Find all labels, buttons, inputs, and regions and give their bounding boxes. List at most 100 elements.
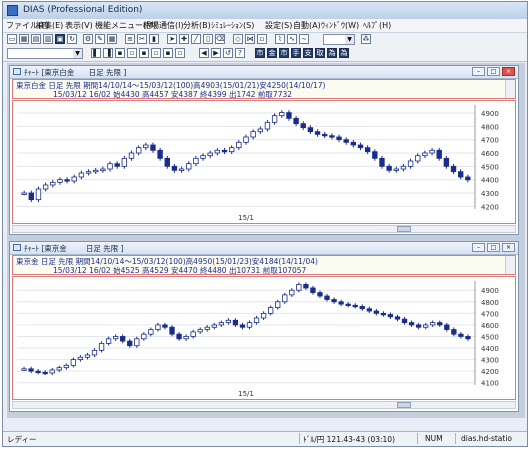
bar-chart-icon[interactable]: ▮: [149, 34, 159, 44]
refresh-icon[interactable]: ↻: [67, 34, 77, 44]
cascade-icon[interactable]: ▤: [31, 34, 41, 44]
candle-body: [317, 292, 323, 297]
menu-auto[interactable]: 自動(A): [293, 20, 321, 31]
toolbar-main: ▭ ▦ ▤ ▥ ▣ ↻ ⚙ ✎ ▦ ≡ ✂ ▮ ➤ ✚ ╱ ▯ ⌫ ◇ ⋈ ▫ …: [3, 33, 527, 47]
symbol-btn-2[interactable]: 金: [267, 48, 277, 58]
menu-view[interactable]: 表示(V): [65, 20, 93, 31]
candle-body: [386, 165, 392, 171]
zoom-in-icon[interactable]: ◇: [233, 34, 243, 44]
calendar-icon[interactable]: ▣: [55, 34, 65, 44]
candle-body: [387, 314, 394, 318]
menu-help[interactable]: ﾍﾙﾌﾟ(H): [363, 20, 391, 31]
candle-body: [329, 135, 335, 138]
tool-icon-5[interactable]: ▪: [139, 48, 149, 58]
header-scrollbar[interactable]: [505, 256, 515, 274]
sync-icon[interactable]: ↺: [223, 48, 233, 58]
erase-icon[interactable]: ⌫: [215, 34, 225, 44]
symbol-btn-5[interactable]: 支: [303, 48, 313, 58]
line-chart-icon[interactable]: ⌇: [275, 34, 285, 44]
candle-body: [246, 322, 253, 328]
indicator-icon[interactable]: ⁂: [361, 34, 371, 44]
menu-edit[interactable]: 編集(E): [36, 20, 63, 31]
horizontal-scrollbar[interactable]: [12, 225, 516, 233]
grid-icon[interactable]: ▥: [43, 34, 53, 44]
draw-icon[interactable]: ✎: [95, 34, 105, 44]
symbol-btn-1[interactable]: 市: [255, 48, 265, 58]
tool-icon-1[interactable]: ▌: [91, 48, 101, 58]
zoom-out-icon[interactable]: ▫: [257, 34, 267, 44]
close-icon[interactable]: ×: [502, 243, 515, 252]
symbol-btn-3[interactable]: 市: [279, 48, 289, 58]
wave-chart-icon[interactable]: ∿: [287, 34, 297, 44]
close-icon[interactable]: ×: [502, 67, 515, 76]
new-chart-icon[interactable]: ▭: [7, 34, 17, 44]
help-icon[interactable]: ?: [235, 48, 245, 58]
tool-icon-3[interactable]: ▪: [115, 48, 125, 58]
menu-simulation[interactable]: ｼﾐｭﾚｰｼｮﾝ(S): [211, 20, 254, 31]
candle-body: [91, 349, 98, 356]
menu-analysis[interactable]: 分析(B): [183, 20, 211, 31]
fit-icon[interactable]: ⋈: [245, 34, 255, 44]
minimize-icon[interactable]: –: [472, 243, 485, 252]
candle-body: [171, 165, 178, 171]
chart-window-title: ﾁｬｰﾄ [東京白金: [24, 68, 75, 77]
candle-body: [128, 152, 135, 159]
candle-body: [207, 152, 213, 157]
period-select[interactable]: ▼: [323, 34, 355, 45]
candle-body: [107, 163, 113, 170]
bars-icon[interactable]: ▯: [203, 34, 213, 44]
symbol-btn-4[interactable]: 手: [291, 48, 301, 58]
maximize-icon[interactable]: □: [487, 243, 500, 252]
settings-icon[interactable]: ⚙: [83, 34, 93, 44]
tools-icon[interactable]: ✂: [137, 34, 147, 44]
menu-comm[interactable]: 相場通信(I): [143, 20, 184, 31]
candle-body: [444, 324, 450, 330]
app-window: DIAS (Professional Edition) ファイル(F) 編集(E…: [2, 1, 528, 447]
candle-body: [112, 336, 119, 340]
horizontal-scrollbar[interactable]: [12, 401, 516, 409]
symbol-btn-6[interactable]: 取: [315, 48, 325, 58]
header-scrollbar[interactable]: [505, 80, 515, 98]
tool-icon-6[interactable]: ▫: [151, 48, 161, 58]
candle-body: [423, 324, 429, 328]
chart-window-title-suffix: 日足 先限 ]: [85, 244, 124, 253]
next-icon[interactable]: ▶: [211, 48, 221, 58]
curve-chart-icon[interactable]: ∼: [299, 34, 309, 44]
candle-body: [28, 368, 34, 372]
trendline-icon[interactable]: ╱: [191, 34, 201, 44]
minimize-icon[interactable]: –: [472, 67, 485, 76]
prev-icon[interactable]: ◀: [199, 48, 209, 58]
chart-window-title-suffix: 日足 先限 ]: [88, 68, 127, 77]
tool-icon-7[interactable]: ▪: [163, 48, 173, 58]
tool-icon-4[interactable]: ▫: [127, 48, 137, 58]
candle-body: [279, 112, 285, 117]
maximize-icon[interactable]: □: [487, 67, 500, 76]
candle-body: [343, 139, 349, 143]
candle-body: [293, 117, 299, 125]
candle-body: [78, 172, 85, 178]
chart-plot-area[interactable]: 4900 4800 4700 4600 4500 4400 4300 4200 4100 15/1: [12, 276, 516, 400]
chart-window-icon: [13, 68, 21, 75]
y-tick-label: 4300: [481, 190, 499, 198]
candle-body: [42, 184, 49, 190]
tool-icon-8[interactable]: ▫: [175, 48, 185, 58]
candle-body: [465, 176, 471, 181]
table-icon[interactable]: ▦: [107, 34, 117, 44]
chart-window-titlebar[interactable]: ﾁｬｰﾄ [東京白金 日足 先限 ] – □ ×: [10, 66, 518, 79]
cursor-icon[interactable]: ➤: [167, 34, 177, 44]
scrollbar-thumb[interactable]: [397, 226, 411, 232]
candle-body: [429, 149, 435, 154]
scrollbar-thumb[interactable]: [397, 402, 411, 408]
tile-icon[interactable]: ▦: [19, 34, 29, 44]
menu-window[interactable]: ｳｨﾝﾄﾞｳ(W): [321, 20, 359, 31]
tool-icon-2[interactable]: ▐: [103, 48, 113, 58]
list-icon[interactable]: ≡: [125, 34, 135, 44]
symbol-select[interactable]: ▼: [7, 48, 83, 59]
candle-body: [64, 179, 70, 182]
crosshair-icon[interactable]: ✚: [179, 34, 189, 44]
symbol-btn-8[interactable]: 為: [339, 48, 349, 58]
chart-plot-area[interactable]: 4900 4800 4700 4600 4500 4400 4300 4200 15/1: [12, 100, 516, 224]
chart-window-titlebar[interactable]: ﾁｬｰﾄ [東京金 日足 先限 ] – □ ×: [10, 242, 518, 255]
menu-settings[interactable]: 設定(S): [265, 20, 292, 31]
symbol-btn-7[interactable]: 為: [327, 48, 337, 58]
